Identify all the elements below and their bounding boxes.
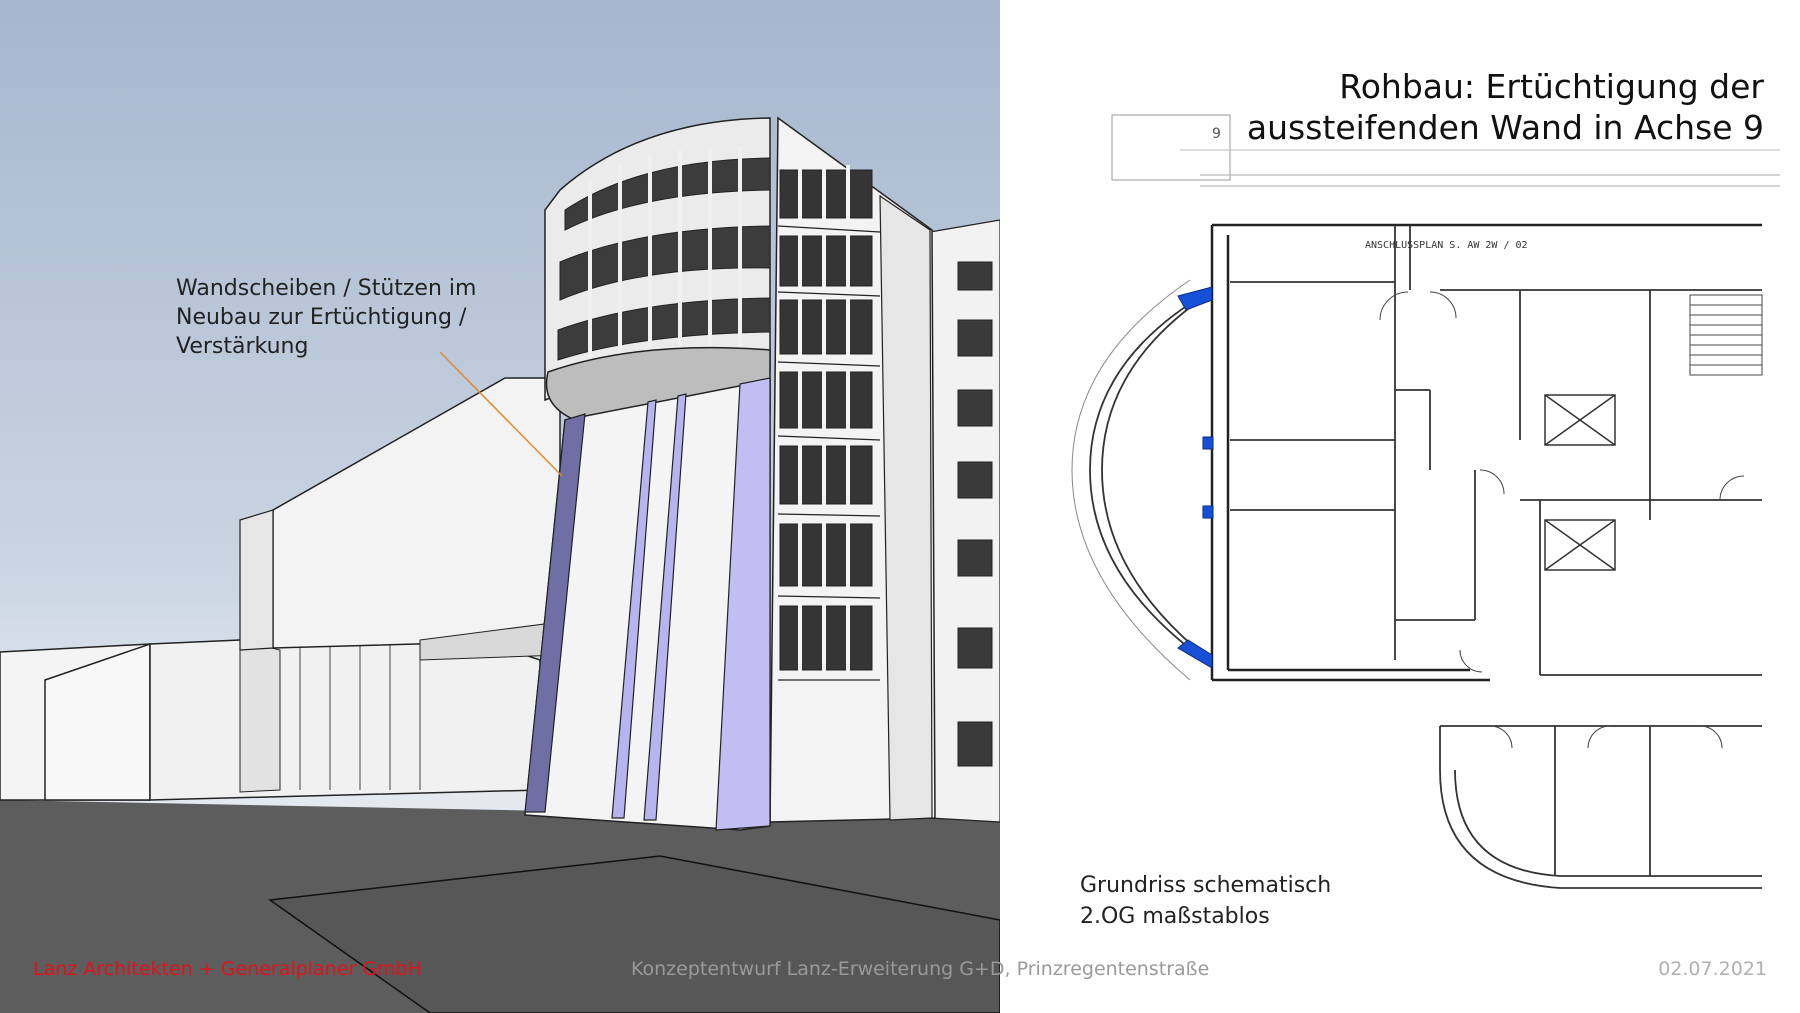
annotation-line-1: Wandscheiben / Stützen im <box>176 276 477 301</box>
floor-plan-drawing: 9 ANSCHLUSSPLAN S. AW 2W / 02 <box>1071 114 1780 889</box>
plan-caption-line-1: Grundriss schematisch <box>1080 873 1332 898</box>
annotation-line-3: Verstärkung <box>176 334 309 359</box>
building-model-illustration <box>0 0 1000 1013</box>
model-annotation: Wandscheiben / Stützen im Neubau zur Ert… <box>176 274 476 361</box>
footer-project: Konzeptentwurf Lanz-Erweiterung G+D, Pri… <box>631 958 1210 980</box>
plan-caption-line-2: 2.OG maßstablos <box>1080 904 1270 929</box>
model-rendering <box>0 0 1000 1013</box>
slide-title: Rohbau: Ertüchtigung der aussteifenden W… <box>1247 66 1764 148</box>
plan-axis-label: 9 <box>1212 126 1221 142</box>
footer-date: 02.07.2021 <box>1658 958 1767 980</box>
annotation-line-2: Neubau zur Ertüchtigung / <box>176 305 467 330</box>
plan-note: ANSCHLUSSPLAN S. AW 2W / 02 <box>1365 240 1528 251</box>
slide-title-line-2: aussteifenden Wand in Achse 9 <box>1246 108 1764 147</box>
plan-caption: Grundriss schematisch 2.OG maßstablos <box>1080 870 1331 932</box>
floor-plan-panel: 9 ANSCHLUSSPLAN S. AW 2W / 02 <box>1000 0 1800 1013</box>
footer-company: Lanz Architekten + Generalplaner GmbH <box>33 958 422 980</box>
slide-title-line-1: Rohbau: Ertüchtigung der <box>1339 67 1764 106</box>
